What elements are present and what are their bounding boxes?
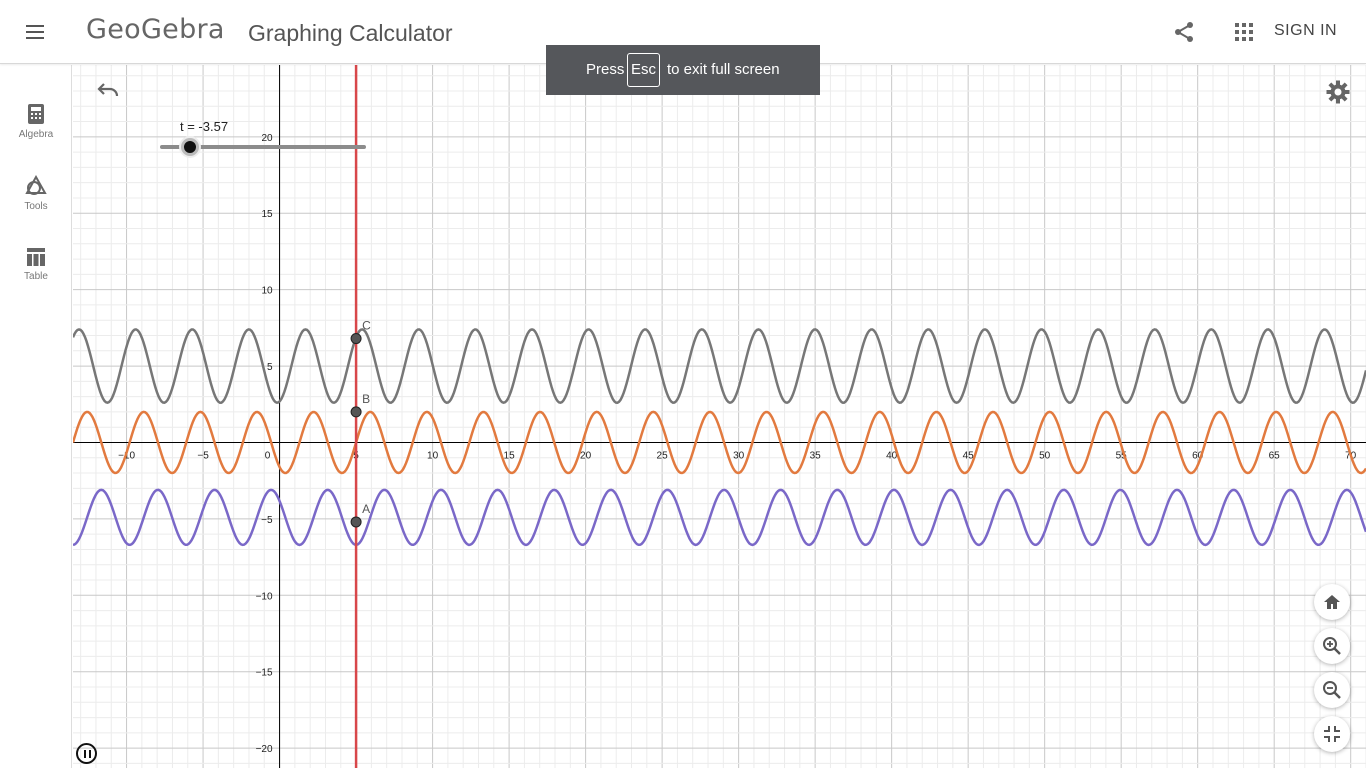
slider-label: t = -3.57: [180, 119, 229, 134]
x-tick-label: 15: [504, 450, 516, 461]
y-tick-label: −10: [256, 591, 273, 602]
slider-handle[interactable]: [181, 138, 199, 156]
exit-fullscreen-icon: [1324, 726, 1340, 742]
y-tick-label: 5: [267, 362, 273, 373]
x-tick-label: 25: [657, 450, 669, 461]
sidebar-item-tools[interactable]: Tools: [0, 175, 72, 235]
sidebar-item-table[interactable]: Table: [0, 247, 72, 307]
zoom-out-button[interactable]: [1314, 672, 1350, 708]
x-tick-label: 50: [1039, 450, 1051, 461]
settings-icon[interactable]: [1325, 79, 1351, 105]
esc-key-badge: Esc: [627, 53, 660, 87]
point-label: B: [362, 392, 370, 406]
x-tick-label: 35: [810, 450, 822, 461]
y-tick-label: 10: [261, 286, 273, 297]
x-tick-label: 65: [1269, 450, 1281, 461]
graph-canvas[interactable]: −10−505101520253035404550556065702015105…: [73, 65, 1366, 768]
y-tick-label: −5: [261, 515, 273, 526]
sidebar: Algebra Tools Table: [0, 65, 72, 768]
sidebar-item-algebra[interactable]: Algebra: [0, 103, 72, 163]
x-tick-label: −5: [197, 450, 209, 461]
y-tick-label: −20: [256, 744, 273, 755]
graphics-view[interactable]: −10−505101520253035404550556065702015105…: [73, 65, 1366, 768]
point-C: [350, 333, 362, 345]
home-button[interactable]: [1314, 584, 1350, 620]
sidebar-item-label: Tools: [24, 201, 48, 212]
menu-icon[interactable]: [22, 20, 50, 44]
undo-icon[interactable]: [96, 78, 122, 100]
calculator-icon: [28, 104, 44, 124]
app-title: Graphing Calculator: [248, 20, 453, 46]
sign-in-button[interactable]: SIGN IN: [1274, 22, 1337, 40]
point-B: [350, 406, 362, 418]
zoom-out-icon: [1323, 681, 1341, 699]
table-icon: [27, 248, 45, 266]
y-tick-label: −15: [256, 668, 273, 679]
point-label: A: [362, 502, 370, 516]
pause-icon[interactable]: [76, 743, 97, 764]
sidebar-item-label: Algebra: [18, 129, 54, 140]
toast-suffix: to exit full screen: [667, 61, 780, 78]
zoom-in-icon: [1323, 637, 1341, 655]
sidebar-item-label: Table: [24, 271, 48, 282]
x-tick-label: 20: [580, 450, 592, 461]
home-icon: [1324, 595, 1340, 609]
share-icon[interactable]: [1172, 20, 1196, 44]
point-label: C: [362, 319, 371, 333]
exit-fullscreen-button[interactable]: [1314, 716, 1350, 752]
zoom-in-button[interactable]: [1314, 628, 1350, 664]
y-tick-label: 20: [261, 133, 273, 144]
fullscreen-toast: Press Esc to exit full screen: [546, 45, 820, 95]
apps-grid-icon[interactable]: [1232, 20, 1256, 44]
geogebra-logo[interactable]: GeoGebra: [86, 14, 225, 45]
y-tick-label: 15: [261, 209, 273, 220]
shapes-icon: [25, 175, 47, 195]
x-tick-label: 30: [733, 450, 745, 461]
point-A: [350, 516, 362, 528]
toast-prefix: Press: [586, 61, 625, 78]
x-tick-label: 10: [427, 450, 439, 461]
x-tick-label: 0: [265, 450, 271, 461]
